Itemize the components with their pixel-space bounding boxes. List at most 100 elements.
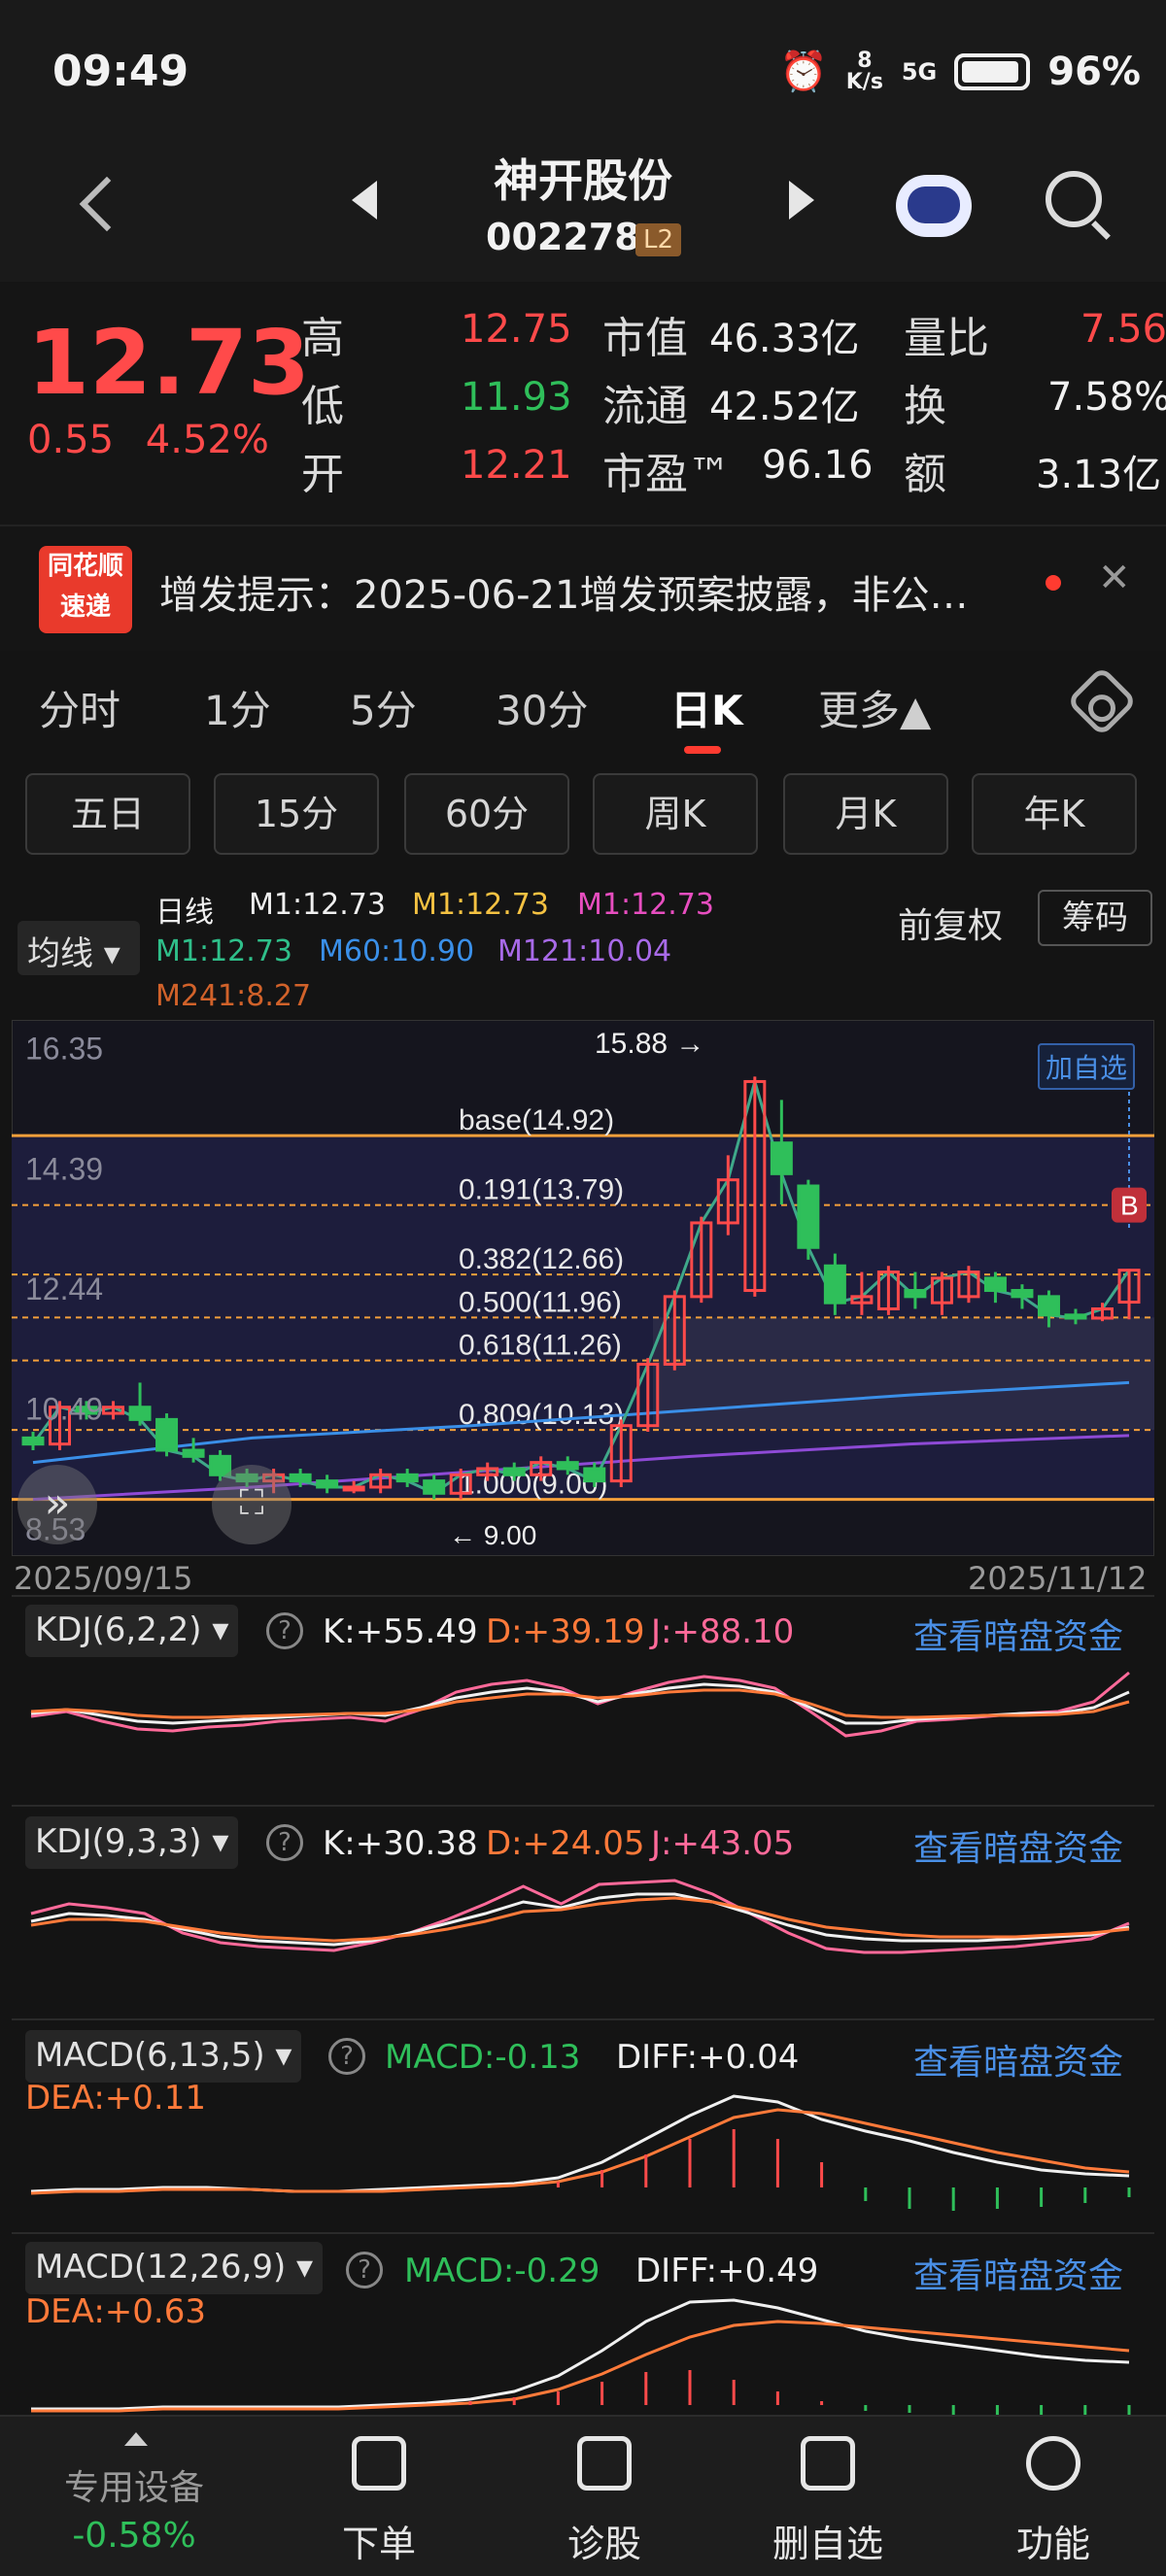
kdj2-selector[interactable]: KDJ(9,3,3) ▾ <box>25 1816 239 1869</box>
assistant-robot-icon[interactable] <box>896 175 972 237</box>
price-change: 0.55 4.52% <box>27 418 269 462</box>
remove-watchlist-button[interactable]: 删自选 <box>731 2417 925 2576</box>
tab-daily-k[interactable]: 日K <box>670 678 743 737</box>
search-icon[interactable] <box>1046 171 1102 227</box>
high-marker-label: 15.88 → <box>595 1028 704 1060</box>
pe-label: 市盈™ <box>602 450 731 499</box>
candle-body <box>423 1479 446 1495</box>
macd2-chart <box>31 2298 1131 2415</box>
ma-m60: M60:10.90 <box>319 934 475 968</box>
add-watchlist-button[interactable]: 加自选 <box>1038 1043 1136 1090</box>
bottom-toolbar: 专用设备 -0.58% 下单 诊股 删自选 功能 <box>0 2415 1166 2576</box>
kdj1-k: K:+55.49 <box>323 1612 478 1651</box>
dark-pool-link[interactable]: 查看暗盘资金 <box>913 1820 1123 1871</box>
period-15min[interactable]: 15分 <box>214 773 379 855</box>
kdj2-d-line <box>30 1896 1130 1943</box>
menu-icon <box>1026 2436 1080 2491</box>
diagnose-icon <box>577 2436 632 2491</box>
level2-badge: L2 <box>635 223 682 256</box>
fib-label: 0.618(11.26) <box>459 1330 622 1362</box>
amount-label: 额 <box>904 450 946 499</box>
sector-change: -0.58% <box>72 2516 196 2556</box>
notice-bar[interactable]: 同花顺 速递 增发提示：2025-06-21增发预案披露，非公… <box>0 525 1166 651</box>
notice-text[interactable]: 增发提示：2025-06-21增发预案披露，非公… <box>159 563 968 620</box>
float-value: 42.52亿 <box>709 385 860 429</box>
candle-body <box>823 1264 846 1305</box>
date-start: 2025/09/15 <box>14 1560 193 1597</box>
tab-more[interactable]: 更多▲ <box>818 678 931 737</box>
macd2-diff-line <box>31 2298 1130 2411</box>
status-time: 09:49 <box>52 47 189 96</box>
high-value: 12.75 <box>461 307 572 352</box>
period-weekly[interactable]: 周K <box>593 773 758 855</box>
candle-body <box>182 1448 205 1458</box>
candle-body <box>316 1479 339 1489</box>
next-stock-icon[interactable] <box>789 181 814 220</box>
order-icon <box>352 2436 406 2491</box>
candle-body <box>770 1141 793 1175</box>
ma-m1-green: M1:12.73 <box>155 934 292 968</box>
candle-body <box>983 1276 1007 1293</box>
chips-button[interactable]: 筹码 <box>1038 890 1152 946</box>
period-60min[interactable]: 60分 <box>404 773 569 855</box>
ma-m1-yellow: M1:12.73 <box>412 888 549 922</box>
tab-1min[interactable]: 1分 <box>204 678 271 737</box>
kdj1-j-line <box>30 1671 1130 1738</box>
active-tab-indicator <box>684 746 721 754</box>
kdj2-k: K:+30.38 <box>323 1824 478 1863</box>
vol-ratio-label: 量比 <box>904 314 989 363</box>
signal-icon: 5G <box>901 57 938 85</box>
candle-body <box>556 1461 579 1471</box>
last-price: 12.73 <box>27 311 311 415</box>
y-tick-label: 16.35 <box>25 1032 103 1067</box>
stock-name: 神开股份 <box>494 154 672 207</box>
tab-intraday[interactable]: 分时 <box>39 678 120 737</box>
period-monthly[interactable]: 月K <box>783 773 948 855</box>
alarm-icon: ⏰ <box>779 50 828 94</box>
chart-tabs: 分时 1分 5分 30分 日K 更多▲ <box>0 651 1166 758</box>
ma-m1-pink: M1:12.73 <box>577 888 714 922</box>
diagnose-button[interactable]: 诊股 <box>507 2417 702 2576</box>
kline-chart[interactable]: base(14.92) 0.191(13.79) 0.382(12.66) 0.500… <box>12 1020 1154 1556</box>
expand-sidebar-icon[interactable]: » <box>17 1465 97 1544</box>
change-percent: 4.52% <box>145 418 269 462</box>
order-button[interactable]: 下单 <box>282 2417 476 2576</box>
function-button[interactable]: 功能 <box>956 2417 1150 2576</box>
help-icon[interactable]: ? <box>266 1824 303 1861</box>
candle-body <box>289 1473 312 1483</box>
kdj1-selector[interactable]: KDJ(6,2,2) ▾ <box>25 1605 239 1657</box>
candle-body <box>128 1406 152 1421</box>
ma-selector[interactable]: 均线 ▾ <box>17 921 140 975</box>
ma-m121: M121:10.04 <box>497 934 672 968</box>
quote-panel: 12.73 0.55 4.52% 高 12.75 市值 46.33亿 量比 7.… <box>0 282 1166 525</box>
sector-button[interactable]: 专用设备 -0.58% <box>37 2417 231 2576</box>
period-5day[interactable]: 五日 <box>25 773 190 855</box>
logo-line2: 速递 <box>59 593 111 622</box>
kdj2-j: J:+43.05 <box>651 1824 795 1863</box>
close-icon[interactable]: ✕ <box>1098 556 1131 600</box>
status-icons: ⏰ 8 K/s 5G 96% <box>779 48 1141 95</box>
period-yearly[interactable]: 年K <box>972 773 1137 855</box>
date-end: 2025/11/12 <box>968 1560 1148 1597</box>
pe-value: 96.16 <box>762 443 874 488</box>
macd1-dea-line <box>30 2108 1130 2195</box>
unread-dot-icon <box>1046 575 1061 591</box>
battery-level: 96% <box>1047 49 1141 94</box>
fullscreen-icon[interactable]: ⛶ <box>212 1465 292 1544</box>
open-label: 开 <box>301 450 344 499</box>
ma-m241: M241:8.27 <box>155 979 312 1013</box>
help-icon[interactable]: ? <box>266 1612 303 1649</box>
sector-name: 专用设备 <box>63 2468 204 2508</box>
fib-label: 0.191(13.79) <box>459 1174 624 1206</box>
tab-30min[interactable]: 30分 <box>496 678 588 737</box>
mktcap-label: 市值 <box>602 314 688 363</box>
remove-label: 删自选 <box>772 2523 883 2565</box>
price-adjust-toggle[interactable]: 前复权 <box>898 898 1003 948</box>
kdj1-j: J:+88.10 <box>651 1612 795 1651</box>
net-speed: 8 K/s <box>845 48 883 94</box>
mktcap-value: 46.33亿 <box>709 317 860 361</box>
dark-pool-link[interactable]: 查看暗盘资金 <box>913 1609 1123 1659</box>
candle-body <box>502 1467 526 1476</box>
high-label: 高 <box>301 314 344 363</box>
tab-5min[interactable]: 5分 <box>350 678 417 737</box>
